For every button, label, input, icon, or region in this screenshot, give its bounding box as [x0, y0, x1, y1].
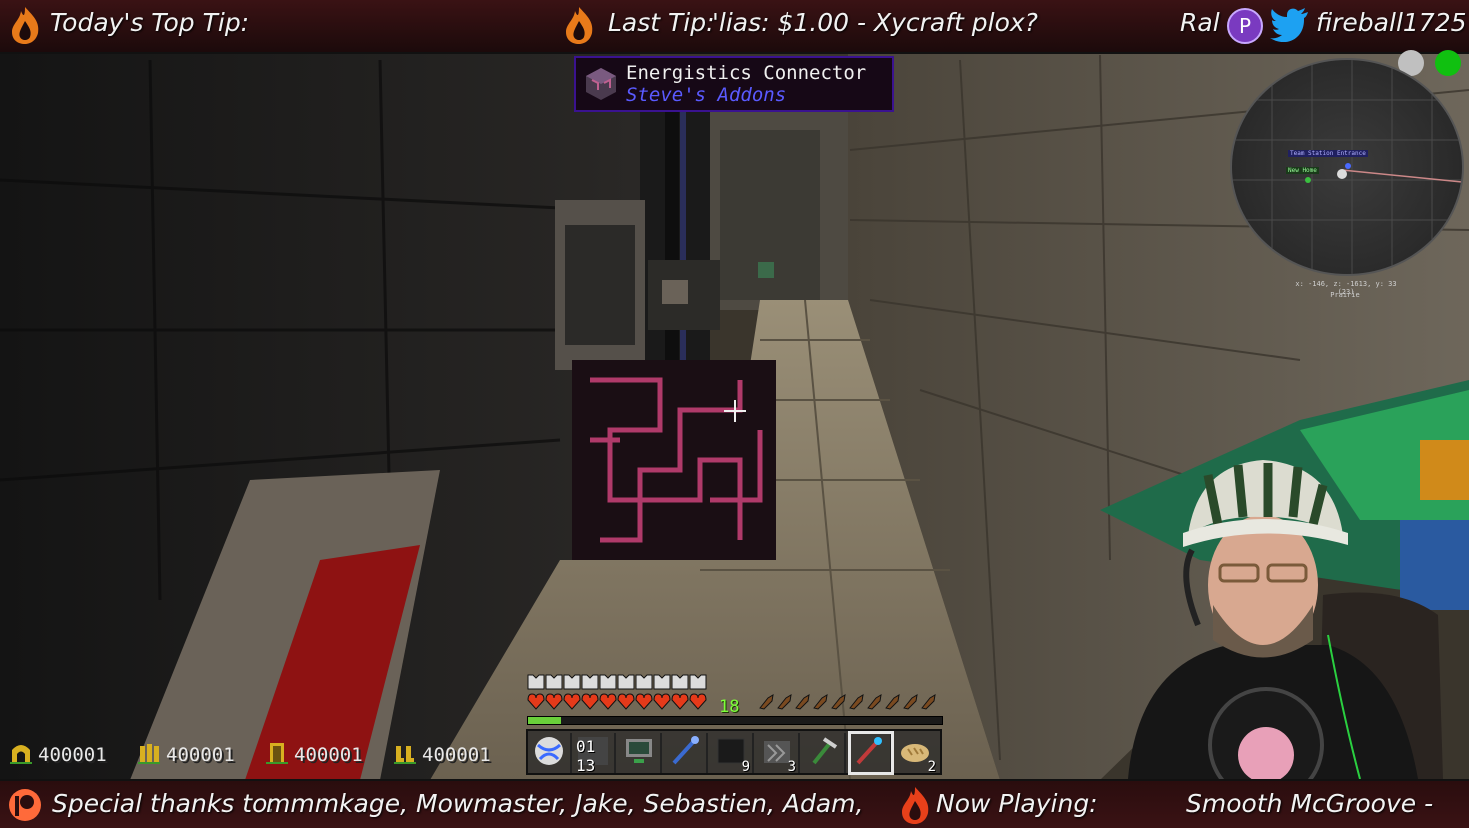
- flame-icon: [566, 7, 593, 44]
- waypoint-label: New Home: [1286, 167, 1319, 174]
- heart-icon: [527, 693, 545, 710]
- last-tip-label: Last Tip:: [608, 8, 715, 37]
- bottom-overlay-bar: Special thanks to: mmmkage, Mowmaster, J…: [0, 779, 1469, 828]
- minimap[interactable]: Team Station Entrance New Home: [1230, 58, 1464, 276]
- hunger-icon: [795, 694, 810, 710]
- patreon-icon: [9, 789, 41, 821]
- patreon-icon: P: [1227, 8, 1263, 44]
- heart-icon: [689, 693, 707, 710]
- last-tip-value: 'lias: $1.00 - Xycraft plox?: [712, 8, 1038, 37]
- heart-icon: [635, 693, 653, 710]
- stat-value: 400001: [294, 744, 363, 766]
- status-dot-green: [1435, 50, 1461, 76]
- tooltip-item-name: Energistics Connector: [626, 62, 867, 84]
- hunger-icon: [777, 694, 792, 710]
- armor-bar: [527, 674, 707, 690]
- stat-counter: 400001: [10, 742, 107, 766]
- gold-boots-icon: [394, 746, 416, 764]
- stat-value: 400001: [422, 744, 491, 766]
- heart-icon: [671, 693, 689, 710]
- xp-bar: [527, 716, 943, 725]
- now-playing-value: Smooth McGroove -: [1186, 789, 1434, 818]
- hotbar-slot[interactable]: [666, 733, 708, 773]
- svg-text:P: P: [1239, 14, 1251, 38]
- hotbar-slot[interactable]: [804, 733, 846, 773]
- item-tooltip: Energistics Connector Steve's Addons: [574, 56, 894, 112]
- heart-icon: [581, 693, 599, 710]
- hunger-bar: [759, 694, 936, 710]
- armor-icon: [689, 674, 707, 690]
- heart-icon: [599, 693, 617, 710]
- pickaxe-icon: [812, 737, 838, 765]
- monitor-icon: [626, 739, 652, 763]
- wrench-icon: [672, 736, 699, 765]
- hunger-icon: [849, 694, 864, 710]
- xp-level: 18: [719, 697, 740, 717]
- waypoint-label: Team Station Entrance: [1288, 150, 1368, 157]
- hotbar-slot[interactable]: 01​13: [574, 733, 616, 775]
- thanks-names: mmmkage, Mowmaster, Jake, Sebastien, Ada…: [266, 789, 864, 818]
- armor-icon: [653, 674, 671, 690]
- hunger-icon: [831, 694, 846, 710]
- tooltip-mod-name: Steve's Addons: [626, 84, 787, 106]
- flame-icon: [12, 7, 39, 44]
- armor-icon: [635, 674, 653, 690]
- top-overlay-bar: Today's Top Tip: Last Tip: 'lias: $1.00 …: [0, 0, 1469, 54]
- stat-value: 400001: [38, 744, 107, 766]
- webcam-overlay: [1128, 460, 1443, 779]
- hotbar[interactable]: 01​13 9 3 2: [526, 729, 942, 775]
- hunger-icon: [921, 694, 936, 710]
- twitter-handle: fireball1725: [1316, 8, 1467, 37]
- stat-counter: 400001: [394, 742, 491, 766]
- now-playing-label: Now Playing:: [936, 789, 1098, 818]
- hotbar-slot[interactable]: 3: [758, 733, 800, 775]
- top-tip-label: Today's Top Tip:: [50, 8, 250, 37]
- heart-icon: [617, 693, 635, 710]
- gold-pillars-icon: [138, 744, 160, 764]
- health-bar: [527, 693, 707, 710]
- hotbar-slot-selected[interactable]: [848, 731, 894, 775]
- hotbar-slot[interactable]: [530, 733, 572, 773]
- social-name: Ral: [1180, 8, 1220, 37]
- armor-icon: [563, 674, 581, 690]
- hotbar-slot[interactable]: [620, 733, 662, 773]
- slot-count: 01​13: [576, 737, 596, 775]
- energistics-connector-block[interactable]: [572, 360, 776, 560]
- armor-icon: [599, 674, 617, 690]
- hunger-icon: [885, 694, 900, 710]
- stat-counter: 400001: [138, 742, 235, 766]
- crosshair-icon: [724, 400, 746, 422]
- minimap-biome: Prairie: [1330, 291, 1360, 299]
- hunger-icon: [813, 694, 828, 710]
- hunger-icon: [867, 694, 882, 710]
- flame-icon: [902, 787, 929, 824]
- staff-icon: [856, 737, 882, 765]
- gold-arch-icon: [10, 745, 32, 764]
- stat-counter: 400001: [266, 742, 363, 766]
- armor-icon: [545, 674, 563, 690]
- slot-count: 9: [741, 759, 750, 775]
- slot-count: 2: [927, 759, 936, 775]
- globe-icon: [535, 737, 563, 765]
- heart-icon: [563, 693, 581, 710]
- slot-count: 3: [787, 759, 796, 775]
- stat-value: 400001: [166, 744, 235, 766]
- armor-icon: [581, 674, 599, 690]
- hotbar-slot[interactable]: 2: [896, 733, 938, 775]
- hunger-icon: [759, 694, 774, 710]
- connector-block-icon: [586, 68, 616, 100]
- gold-door-icon: [266, 743, 288, 764]
- hunger-icon: [903, 694, 918, 710]
- heart-icon: [653, 693, 671, 710]
- thanks-label: Special thanks to:: [52, 789, 276, 818]
- armor-icon: [527, 674, 545, 690]
- armor-icon: [617, 674, 635, 690]
- twitter-icon: [1270, 8, 1308, 42]
- armor-icon: [671, 674, 689, 690]
- heart-icon: [545, 693, 563, 710]
- hotbar-slot[interactable]: 9: [712, 733, 754, 775]
